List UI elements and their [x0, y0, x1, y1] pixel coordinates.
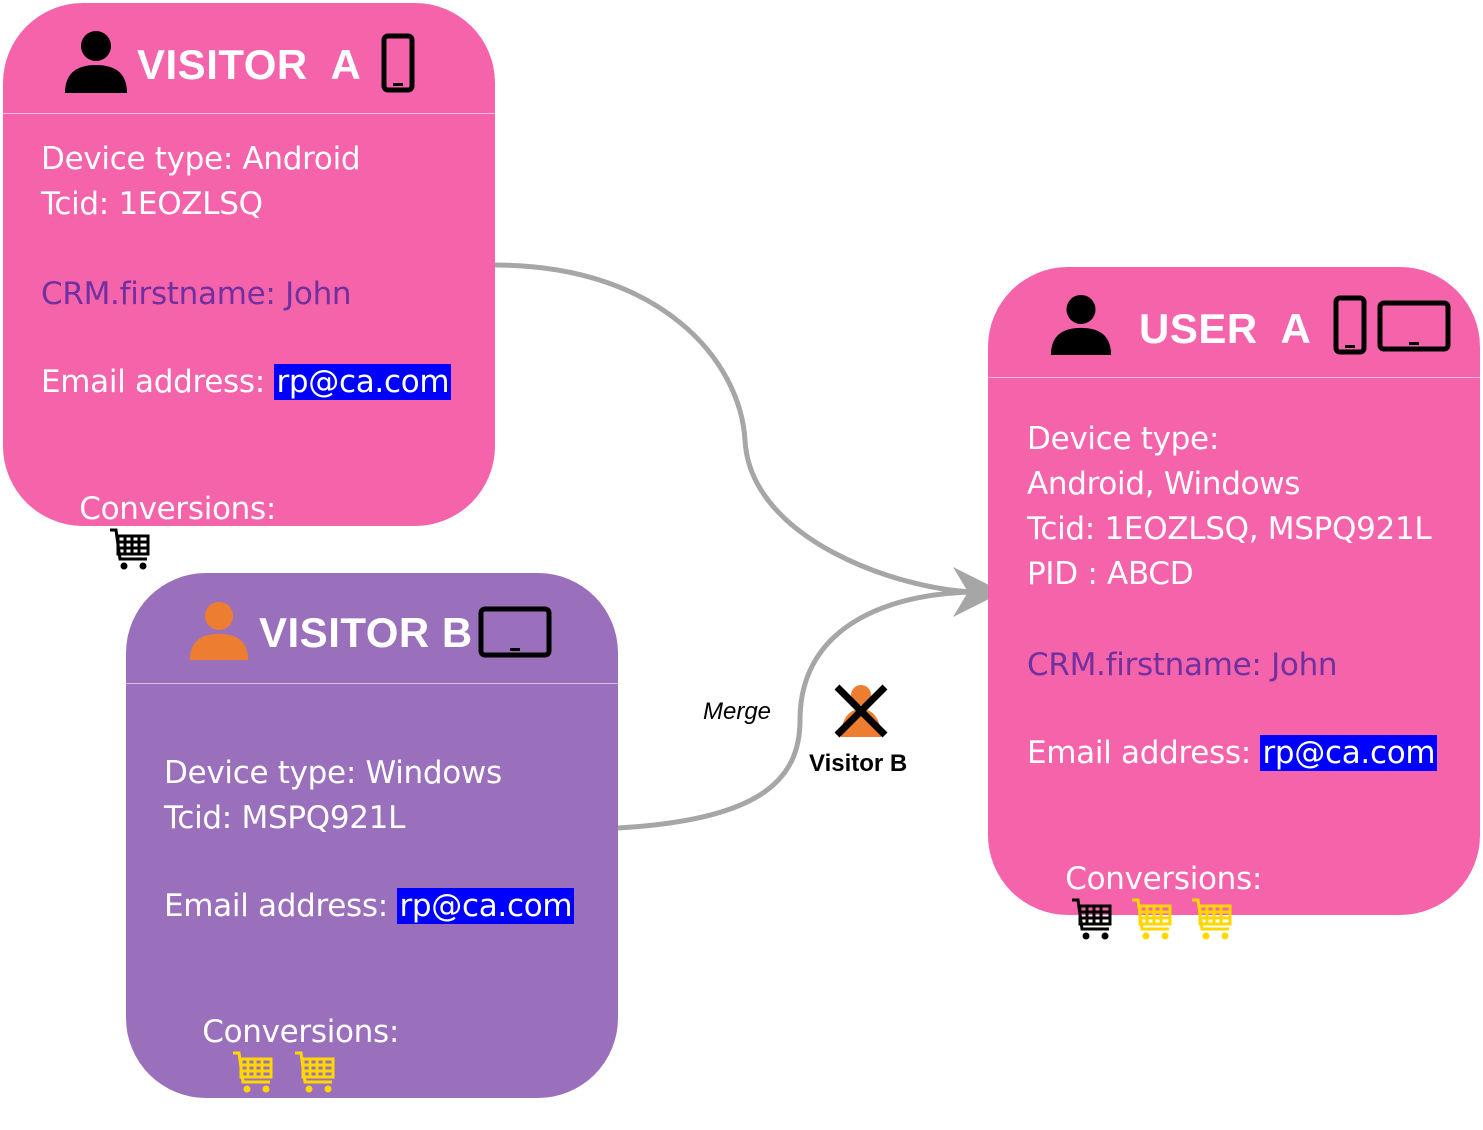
user-a-device-type-value: Android, Windows: [1027, 466, 1301, 502]
phone-icon: [1333, 295, 1367, 355]
visitor-a-device-type: Device type: Android: [41, 141, 361, 177]
conversions-label: Conversions:: [79, 491, 277, 527]
email-label: Email address:: [1027, 735, 1261, 771]
visitor-a-header: VISITOR A: [3, 3, 495, 114]
visitor-b-conversions: Conversions:: [164, 978, 399, 1130]
tablet-icon: [1377, 300, 1451, 352]
visitor-b-header: VISITOR B: [126, 573, 618, 684]
visitor-b-email: Email address: rp@ca.com: [164, 888, 575, 924]
user-a-conversions: Conversions:: [1027, 825, 1262, 977]
email-label: Email address:: [164, 888, 398, 924]
person-icon: [1050, 294, 1112, 356]
cart-icon: [233, 1051, 273, 1093]
email-value: rp@ca.com: [274, 364, 452, 400]
visitor-b-title: VISITOR B: [259, 609, 473, 656]
visitor-a-title: VISITOR A: [137, 41, 362, 88]
cart-icon: [1192, 898, 1232, 940]
person-icon: [65, 31, 127, 93]
user-a-device-type-label: Device type:: [1027, 421, 1219, 457]
user-a-pid: PID : ABCD: [1027, 556, 1194, 592]
visitor-b-tcid: Tcid: MSPQ921L: [164, 800, 406, 836]
user-a-email: Email address: rp@ca.com: [1027, 735, 1438, 771]
conversions-carts: [1071, 897, 1233, 941]
visitor-b-device-type: Device type: Windows: [164, 755, 502, 791]
crossed-person-icon: [834, 684, 888, 738]
user-a-card: USER A Device type: Android, Windows Tci…: [988, 267, 1480, 940]
connector-visitor-b: [617, 567, 1003, 831]
conversions-carts: [232, 1050, 336, 1094]
visitor-a-crm-firstname: CRM.firstname: John: [41, 276, 352, 312]
cart-icon: [1132, 898, 1172, 940]
visitor-a-tcid: Tcid: 1EOZLSQ: [41, 186, 263, 222]
email-label: Email address:: [41, 364, 275, 400]
user-a-crm-firstname: CRM.firstname: John: [1027, 647, 1338, 683]
user-a-title: USER A: [1139, 305, 1312, 352]
phone-icon: [381, 33, 415, 93]
email-value: rp@ca.com: [1260, 735, 1438, 771]
visitor-b-card: VISITOR B Device type: Windows Tcid: MSP…: [126, 573, 618, 1098]
email-value: rp@ca.com: [397, 888, 575, 924]
person-icon: [189, 601, 249, 661]
cart-icon: [295, 1051, 335, 1093]
user-a-header: USER A: [988, 267, 1480, 378]
merge-label: Merge: [703, 698, 772, 725]
visitor-a-email: Email address: rp@ca.com: [41, 364, 452, 400]
removed-visitor-caption: Visitor B: [809, 750, 908, 777]
user-a-tcid: Tcid: 1EOZLSQ, MSPQ921L: [1027, 511, 1432, 547]
conversions-label: Conversions:: [202, 1014, 400, 1050]
cart-icon: [110, 528, 150, 570]
visitor-a-card: VISITOR A Device type: Android Tcid: 1EO…: [3, 3, 495, 570]
tablet-icon: [478, 606, 552, 658]
cart-icon: [1072, 898, 1112, 940]
connector-visitor-a: [494, 262, 976, 595]
conversions-label: Conversions:: [1065, 861, 1263, 897]
conversions-carts: [109, 527, 151, 571]
